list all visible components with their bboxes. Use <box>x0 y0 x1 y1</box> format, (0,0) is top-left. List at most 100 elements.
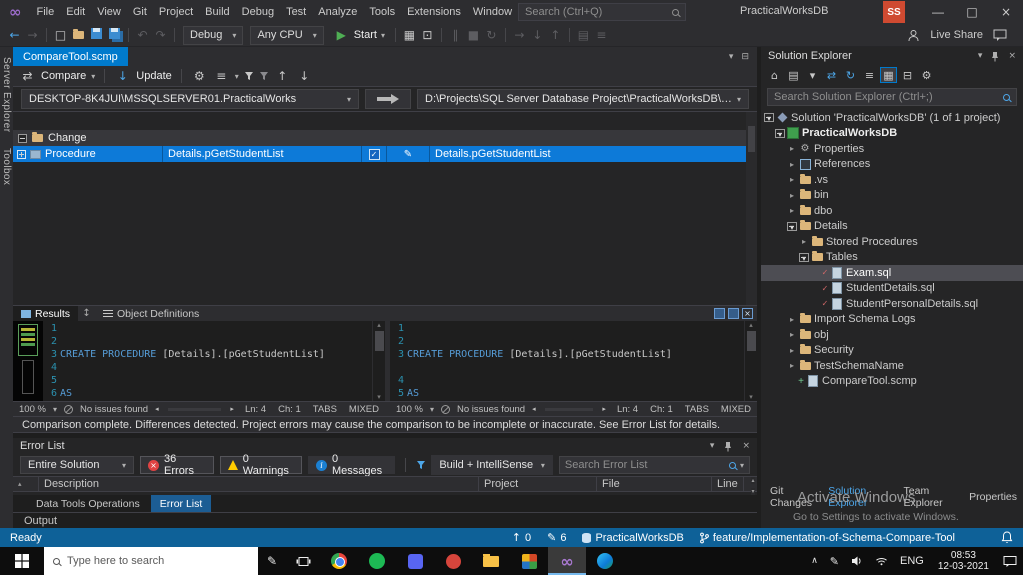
solution-platform-dropdown[interactable]: Any CPU ▾ <box>250 25 324 45</box>
menu-project[interactable]: Project <box>153 0 199 24</box>
redo-icon[interactable]: ↷ <box>152 28 169 42</box>
close-icon[interactable]: × <box>742 441 750 451</box>
solution-explorer-header[interactable]: Solution Explorer ▾ × <box>761 47 1023 65</box>
scroll-left-icon[interactable]: ◂ <box>532 405 536 413</box>
tree-item-import-schema-logs[interactable]: ▸ Import Schema Logs <box>761 312 1023 328</box>
scroll-right-icon[interactable]: ▸ <box>230 405 234 413</box>
chevron-right-icon[interactable]: ▸ <box>799 237 809 246</box>
menu-edit[interactable]: Edit <box>60 0 91 24</box>
language-indicator[interactable]: ENG <box>894 555 930 567</box>
description-column-header[interactable]: Description <box>39 477 479 491</box>
update-button[interactable]: Update <box>136 70 171 82</box>
errors-filter-button[interactable]: × 36 Errors <box>140 453 214 477</box>
scrollbar-thumb[interactable] <box>374 331 384 351</box>
tree-item-studentpersonaldetails-sql[interactable]: ▸ ✓ StudentPersonalDetails.sql <box>761 296 1023 312</box>
messages-filter-button[interactable]: i 0 Messages <box>307 453 395 477</box>
chevron-down-icon[interactable]: ▾ <box>430 405 434 414</box>
new-file-icon[interactable]: □ <box>52 28 69 42</box>
menu-file[interactable]: File <box>31 0 61 24</box>
open-file-icon[interactable] <box>70 28 87 42</box>
start-debugging-button[interactable]: ▶ Start ▾ <box>328 28 390 42</box>
live-share-icon[interactable] <box>907 29 920 42</box>
tab-object-definitions[interactable]: Object Definitions <box>95 306 207 322</box>
chevron-right-icon[interactable]: ▸ <box>787 315 797 324</box>
nest-files-icon[interactable]: ≡ <box>861 67 878 83</box>
scroll-right-icon[interactable]: ▸ <box>602 405 606 413</box>
expand-row-icon[interactable] <box>17 149 26 159</box>
pane-float-icon[interactable] <box>728 308 739 319</box>
close-icon[interactable]: × <box>1008 51 1016 61</box>
diff-map-source[interactable] <box>18 324 38 356</box>
float-window-icon[interactable]: ⊟ <box>741 52 749 62</box>
tree-item-tables-folder[interactable]: ▾ Tables <box>761 250 1023 266</box>
filter-icon[interactable] <box>416 460 425 470</box>
tree-item-comparetool-scmp[interactable]: ▸ + CompareTool.scmp <box>761 374 1023 390</box>
close-button[interactable]: × <box>989 0 1023 24</box>
save-all-icon[interactable] <box>106 28 123 42</box>
error-list-scrollbar[interactable]: ▴ ▾ <box>744 477 757 495</box>
tree-item-testschemaname-folder[interactable]: ▸ TestSchemaName <box>761 358 1023 374</box>
chevron-down-icon[interactable]: ▾ <box>804 67 821 83</box>
source-database-dropdown[interactable]: DESKTOP-8K4JUI\MSSQLSERVER01.PracticalWo… <box>21 89 359 109</box>
taskbar-clock[interactable]: 08:53 12-03-2021 <box>930 550 997 573</box>
notifications-bell-icon[interactable] <box>1001 531 1013 544</box>
file-column-header[interactable]: File <box>597 477 712 491</box>
minimize-button[interactable]: — <box>921 0 955 24</box>
grid-scrollbar[interactable] <box>746 112 757 305</box>
pane-maximize-icon[interactable] <box>714 308 725 319</box>
target-code[interactable]: CREATE PROCEDURE [Details].[pGetStudentL… <box>407 321 744 401</box>
quick-search-box[interactable] <box>518 3 686 21</box>
tree-item-studentdetails-sql[interactable]: ▸ ✓ StudentDetails.sql <box>761 281 1023 297</box>
solution-search-input[interactable] <box>774 91 999 103</box>
scroll-up-icon[interactable]: ▴ <box>751 477 755 484</box>
solution-configuration-dropdown[interactable]: Debug ▾ <box>183 25 244 45</box>
spotify-taskbar-icon[interactable] <box>358 547 396 575</box>
visual-studio-taskbar-icon[interactable]: ∞ <box>548 547 586 575</box>
view-options-icon[interactable]: ≡ <box>213 69 230 83</box>
chevron-down-icon[interactable]: ▾ <box>91 72 95 81</box>
menu-tools[interactable]: Tools <box>363 0 401 24</box>
start-button[interactable] <box>0 547 44 575</box>
error-list-header[interactable]: Error List ▾ × <box>13 438 757 454</box>
properties-gear-icon[interactable]: ⚙ <box>918 67 935 83</box>
network-icon[interactable] <box>869 556 894 566</box>
error-search-input[interactable] <box>564 459 725 471</box>
outline-icon[interactable]: ≡ <box>593 28 610 42</box>
filter-errors-icon[interactable] <box>259 71 269 81</box>
feedback-icon[interactable] <box>993 29 1007 41</box>
pin-icon[interactable] <box>724 441 732 452</box>
filter-icon[interactable] <box>244 71 254 81</box>
solution-search-box[interactable] <box>767 88 1017 106</box>
project-column-header[interactable]: Project <box>479 477 597 491</box>
pane-close-icon[interactable]: × <box>742 308 753 319</box>
include-checkbox[interactable]: ✓ <box>368 148 380 160</box>
chevron-down-icon[interactable]: ▾ <box>235 72 239 81</box>
menu-debug[interactable]: Debug <box>236 0 280 24</box>
build-intellisense-dropdown[interactable]: Build + IntelliSense ▾ <box>431 455 553 475</box>
switch-views-icon[interactable]: ⌂ <box>766 67 783 83</box>
switch-direction-button[interactable] <box>365 89 411 109</box>
severity-column-header[interactable]: ▴ <box>13 477 39 491</box>
zoom-level[interactable]: 100 % <box>19 404 46 415</box>
windows-ink-icon[interactable]: ✎ <box>258 554 286 568</box>
menu-test[interactable]: Test <box>280 0 312 24</box>
scrollbar-thumb[interactable] <box>746 331 756 351</box>
tab-error-list[interactable]: Error List <box>150 495 212 512</box>
zoom-level[interactable]: 100 % <box>396 404 423 415</box>
horizontal-scrollbar[interactable] <box>167 407 222 411</box>
next-difference-icon[interactable]: ↓ <box>296 69 313 83</box>
chevron-right-icon[interactable]: ▸ <box>787 191 797 200</box>
scroll-up-icon[interactable]: ▴ <box>749 321 753 329</box>
error-scope-dropdown[interactable]: Entire Solution ▾ <box>20 456 135 474</box>
tab-results[interactable]: Results <box>13 305 79 322</box>
tree-item-security-folder[interactable]: ▸ Security <box>761 343 1023 359</box>
scroll-left-icon[interactable]: ◂ <box>155 405 159 413</box>
target-scrollbar[interactable]: ▴ ▾ <box>744 321 757 401</box>
diff-overview-map[interactable] <box>13 321 43 401</box>
maximize-button[interactable]: □ <box>955 0 989 24</box>
box-icon[interactable]: ⊡ <box>419 28 436 42</box>
live-share-label[interactable]: Live Share <box>930 29 983 41</box>
pending-edits-indicator[interactable]: ✎ 6 <box>547 531 566 544</box>
tree-item-exam-sql[interactable]: ▸ ✓ Exam.sql <box>761 265 1023 281</box>
toolbox-vertical-tab[interactable]: Toolbox <box>1 148 12 185</box>
